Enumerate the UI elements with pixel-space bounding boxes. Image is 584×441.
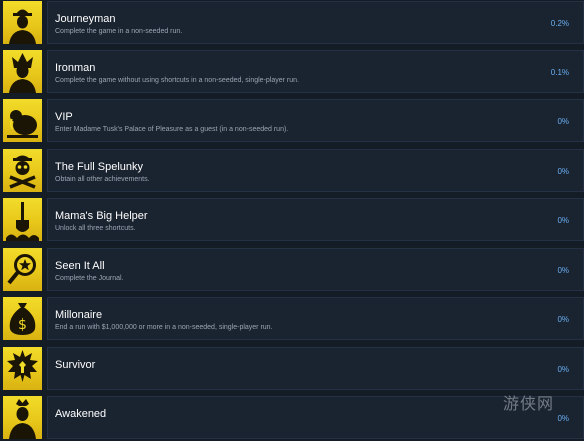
achievement-percent: 0%: [557, 216, 569, 225]
svg-text:$: $: [18, 317, 27, 333]
achievement-panel: VIP Enter Madame Tusk's Palace of Pleasu…: [47, 99, 584, 142]
achievement-title: Awakened: [55, 408, 107, 420]
achievement-title: VIP: [55, 111, 73, 123]
watermark: 游侠网: [503, 393, 581, 433]
achievement-row-vip[interactable]: VIP Enter Madame Tusk's Palace of Pleasu…: [0, 99, 584, 144]
achievement-row-millonaire[interactable]: $ Millonaire End a run with $1,000,000 o…: [0, 297, 584, 342]
achievement-percent: 0.2%: [550, 19, 569, 28]
achievement-percent: 0.1%: [550, 68, 569, 77]
skull-crossbones-icon: [3, 149, 42, 192]
achievement-description: Complete the Journal.: [55, 275, 124, 282]
spiky-hair-icon: [3, 50, 42, 93]
achievement-title: Journeyman: [55, 13, 116, 25]
explorer-icon: [3, 1, 42, 44]
magnifier-icon: [3, 248, 42, 291]
achievement-title: The Full Spelunky: [55, 161, 144, 173]
achievement-row-full-spelunky[interactable]: The Full Spelunky Obtain all other achie…: [0, 149, 584, 194]
achievement-percent: 0%: [557, 266, 569, 275]
achievement-panel: The Full Spelunky Obtain all other achie…: [47, 149, 584, 192]
achievement-panel: Seen It All Complete the Journal. 0%: [47, 248, 584, 291]
watermark-text: 游侠网: [503, 394, 555, 413]
achievement-percent: 0%: [557, 315, 569, 324]
achievement-percent: 0%: [557, 117, 569, 126]
awakened-icon: [3, 396, 42, 439]
achievement-panel: Survivor 0%: [47, 347, 584, 390]
achievement-row-mamas-big-helper[interactable]: Mama's Big Helper Unlock all three short…: [0, 198, 584, 243]
achievement-row-seen-it-all[interactable]: Seen It All Complete the Journal. 0%: [0, 248, 584, 293]
achievement-panel: Mama's Big Helper Unlock all three short…: [47, 198, 584, 241]
achievement-panel: Millonaire End a run with $1,000,000 or …: [47, 297, 584, 340]
achievement-row-awakened[interactable]: Awakened 0%: [0, 396, 584, 441]
achievement-title: Mama's Big Helper: [55, 210, 148, 222]
achievement-title: Survivor: [55, 359, 96, 371]
achievement-title: Millonaire: [55, 309, 103, 321]
madame-tusk-icon: [3, 99, 42, 142]
achievement-panel: Ironman Complete the game without using …: [47, 50, 584, 93]
achievement-panel: Journeyman Complete the game in a non-se…: [47, 1, 584, 44]
achievement-row-survivor[interactable]: Survivor 0%: [0, 347, 584, 392]
achievement-title: Ironman: [55, 62, 96, 74]
achievement-title: Seen It All: [55, 260, 105, 272]
achievement-percent: 0%: [557, 167, 569, 176]
achievement-description: Enter Madame Tusk's Palace of Pleasure a…: [55, 126, 289, 133]
achievement-row-ironman[interactable]: Ironman Complete the game without using …: [0, 50, 584, 95]
achievement-description: Unlock all three shortcuts.: [55, 225, 136, 232]
achievement-row-journeyman[interactable]: Journeyman Complete the game in a non-se…: [0, 1, 584, 46]
achievement-description: Obtain all other achievements.: [55, 176, 150, 183]
money-bag-icon: $: [3, 297, 42, 340]
achievement-description: Complete the game in a non-seeded run.: [55, 28, 183, 35]
survivor-icon: [3, 347, 42, 390]
shovel-icon: [3, 198, 42, 241]
achievement-description: End a run with $1,000,000 or more in a n…: [55, 324, 273, 331]
achievement-percent: 0%: [557, 365, 569, 374]
achievement-description: Complete the game without using shortcut…: [55, 77, 299, 84]
